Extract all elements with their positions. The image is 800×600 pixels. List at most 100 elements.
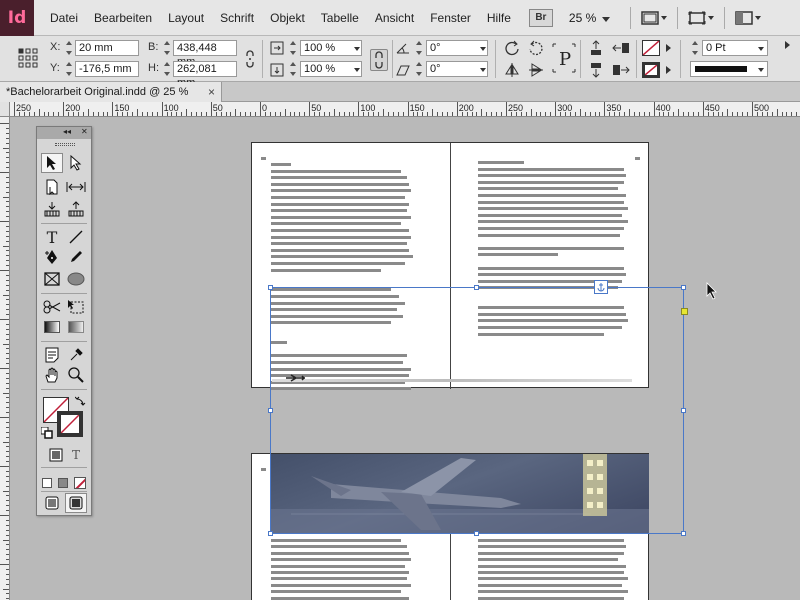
fill-dropdown-icon[interactable]: [666, 44, 671, 52]
resize-handle[interactable]: [681, 408, 686, 413]
shear-stepper[interactable]: [414, 61, 423, 77]
apply-none-icon[interactable]: [71, 473, 89, 493]
resize-handle[interactable]: [681, 531, 686, 536]
flip-icon[interactable]: [504, 62, 520, 81]
rotate-dropdown-icon[interactable]: [480, 47, 486, 51]
app-logo[interactable]: Id: [0, 0, 34, 36]
stroke-weight-stepper[interactable]: [690, 40, 699, 56]
zoom-level[interactable]: 25 %: [569, 11, 611, 25]
formatting-text-icon[interactable]: T: [65, 445, 87, 465]
anchor-icon[interactable]: [594, 280, 608, 294]
scale-y-stepper[interactable]: [288, 61, 297, 77]
ellipse-tool-icon[interactable]: [65, 269, 87, 289]
menu-bearbeiten[interactable]: Bearbeiten: [86, 11, 160, 25]
stroke-weight-dropdown-icon[interactable]: [758, 47, 764, 51]
constrain-proportions-icon[interactable]: [244, 50, 256, 71]
height-stepper[interactable]: [162, 61, 171, 77]
selected-frame[interactable]: [268, 280, 688, 536]
select-previous-icon[interactable]: [612, 40, 630, 59]
resize-handle[interactable]: [474, 285, 479, 290]
selection-tool-icon[interactable]: [41, 153, 63, 173]
menu-datei[interactable]: Datei: [42, 11, 86, 25]
zoom-tool-icon[interactable]: [65, 365, 87, 385]
height-field[interactable]: 262,081 mm: [173, 61, 237, 89]
preview-view-icon[interactable]: [65, 493, 87, 513]
menu-schrift[interactable]: Schrift: [212, 11, 262, 25]
bridge-button[interactable]: Br: [528, 8, 553, 27]
arrange-documents-icon[interactable]: [733, 8, 763, 28]
content-placer-icon[interactable]: [65, 199, 87, 219]
scissors-tool-icon[interactable]: [41, 297, 63, 317]
gradient-swatch-tool-icon[interactable]: [41, 317, 63, 337]
eyedropper-tool-icon[interactable]: [65, 345, 87, 365]
type-tool-icon[interactable]: T: [41, 227, 63, 247]
default-fill-stroke-icon[interactable]: [40, 426, 53, 442]
tools-panel-header[interactable]: ◂◂ ✕: [37, 127, 91, 139]
scale-x-stepper[interactable]: [288, 40, 297, 56]
resize-handle[interactable]: [268, 285, 273, 290]
gradient-feather-tool-icon[interactable]: [65, 317, 87, 337]
y-stepper[interactable]: [64, 61, 73, 77]
resize-handle[interactable]: [681, 285, 686, 290]
rotate-ccw-icon[interactable]: [528, 40, 544, 59]
corner-options-handle[interactable]: [681, 308, 688, 315]
x-stepper[interactable]: [64, 40, 73, 56]
normal-view-icon[interactable]: [41, 493, 63, 513]
x-field[interactable]: 20 mm: [75, 40, 139, 56]
flip-vertical-icon[interactable]: [528, 62, 544, 81]
select-content-icon[interactable]: [588, 62, 604, 81]
panel-grip[interactable]: [55, 143, 75, 146]
scale-y-field[interactable]: 100 %: [300, 61, 362, 77]
scale-x-field[interactable]: 100 %: [300, 40, 362, 56]
reference-point-icon[interactable]: [18, 48, 38, 71]
page-tool-icon[interactable]: [41, 177, 63, 197]
collapse-panel-icon[interactable]: ◂◂: [63, 127, 71, 136]
panel-menu-icon[interactable]: [784, 40, 794, 55]
fill-swatch[interactable]: [642, 40, 660, 56]
shear-field[interactable]: 0°: [426, 61, 488, 77]
view-options-icon[interactable]: [639, 8, 669, 28]
screen-mode-icon[interactable]: [686, 8, 716, 28]
direct-selection-tool-icon[interactable]: [65, 153, 87, 173]
note-tool-icon[interactable]: [41, 345, 63, 365]
stroke-type-dropdown-icon[interactable]: [758, 68, 764, 72]
apply-color-icon[interactable]: [39, 473, 55, 493]
menu-hilfe[interactable]: Hilfe: [479, 11, 519, 25]
select-container-icon[interactable]: [588, 40, 604, 59]
stroke-dropdown-icon[interactable]: [666, 66, 671, 74]
hand-tool-icon[interactable]: [41, 365, 63, 385]
tab-close-icon[interactable]: ×: [208, 85, 215, 99]
width-stepper[interactable]: [162, 40, 171, 56]
document-tab[interactable]: *Bachelorarbeit Original.indd @ 25 % ×: [0, 82, 222, 102]
stroke-type-field[interactable]: [690, 61, 768, 77]
stroke-box[interactable]: [57, 411, 83, 437]
resize-handle[interactable]: [268, 408, 273, 413]
ruler-origin[interactable]: [0, 102, 10, 117]
horizontal-ruler[interactable]: 250 200 150 100 50 0 50 100 150 200 250 300 350 400 45…: [10, 102, 800, 117]
close-panel-icon[interactable]: ✕: [81, 127, 88, 136]
vertical-ruler[interactable]: [0, 117, 10, 600]
content-collector-icon[interactable]: [41, 199, 63, 219]
shear-dropdown-icon[interactable]: [480, 68, 486, 72]
scale-link-icon[interactable]: [370, 49, 388, 71]
select-next-icon[interactable]: [612, 62, 630, 81]
menu-ansicht[interactable]: Ansicht: [367, 11, 422, 25]
resize-handle[interactable]: [474, 531, 479, 536]
rectangle-frame-tool-icon[interactable]: [41, 269, 63, 289]
pencil-tool-icon[interactable]: [65, 247, 87, 267]
formatting-container-icon[interactable]: [45, 445, 67, 465]
width-field[interactable]: 438,448 mm: [173, 40, 237, 68]
menu-objekt[interactable]: Objekt: [262, 11, 313, 25]
swap-fill-stroke-icon[interactable]: [74, 395, 87, 410]
resize-handle[interactable]: [268, 531, 273, 536]
rotate-cw-icon[interactable]: [504, 40, 520, 59]
pasteboard[interactable]: [10, 117, 800, 600]
line-tool-icon[interactable]: [65, 227, 87, 247]
rotate-field[interactable]: 0°: [426, 40, 488, 56]
pen-tool-icon[interactable]: [41, 247, 63, 267]
gap-tool-icon[interactable]: [65, 177, 87, 197]
rotate-stepper[interactable]: [414, 40, 423, 56]
menu-tabelle[interactable]: Tabelle: [313, 11, 367, 25]
menu-layout[interactable]: Layout: [160, 11, 212, 25]
apply-gradient-icon[interactable]: [55, 473, 71, 493]
